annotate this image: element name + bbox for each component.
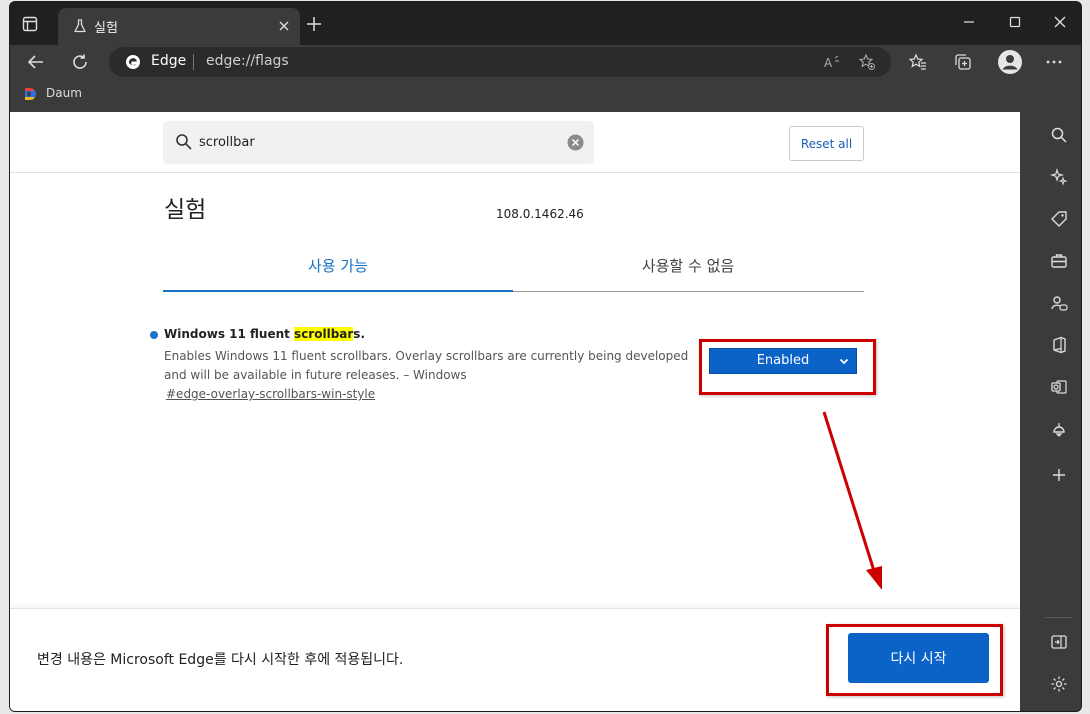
close-tab-icon[interactable] xyxy=(277,19,291,33)
flag-title: Windows 11 fluent scrollbars. xyxy=(164,327,365,341)
daum-icon xyxy=(25,88,36,100)
tab-available[interactable]: 사용 가능 xyxy=(163,252,513,292)
flag-title-prefix: Windows 11 fluent xyxy=(164,327,295,341)
add-favorite-icon[interactable] xyxy=(858,53,876,71)
outlook-icon[interactable] xyxy=(1050,378,1068,396)
shopping-tag-icon[interactable] xyxy=(1050,210,1068,228)
refresh-icon[interactable] xyxy=(70,52,90,72)
profile-icon xyxy=(1002,55,1018,70)
browser-tab[interactable]: 실험 xyxy=(58,8,300,45)
browser-window: 실험 Edge edge://flags A Daum scrollbar Re… xyxy=(9,1,1082,712)
tab-strip: 사용 가능 사용할 수 없음 xyxy=(163,252,864,292)
search-input[interactable] xyxy=(199,131,549,153)
back-icon[interactable] xyxy=(26,52,46,72)
tab-unavailable[interactable]: 사용할 수 없음 xyxy=(513,252,863,291)
version-text: 108.0.1462.46 xyxy=(496,207,584,221)
toolbar: Edge edge://flags A xyxy=(10,45,1081,79)
sidebar-search-icon[interactable] xyxy=(1050,126,1068,144)
tab-title: 실험 xyxy=(94,21,118,36)
favorite-label: Daum xyxy=(46,86,82,100)
edge-logo-icon xyxy=(126,55,140,69)
svg-text:A: A xyxy=(824,56,833,70)
flask-icon xyxy=(74,19,86,33)
favorites-bar: Daum xyxy=(10,79,1081,111)
flag-title-suffix: s. xyxy=(353,327,365,341)
annotation-box-select xyxy=(699,339,876,395)
tools-briefcase-icon[interactable] xyxy=(1050,252,1068,270)
search-box xyxy=(163,121,594,164)
settings-gear-icon[interactable] xyxy=(1050,675,1068,693)
title-bar: 실험 xyxy=(10,2,1081,45)
modified-indicator xyxy=(150,331,158,339)
favorites-icon[interactable] xyxy=(908,52,928,72)
flag-permalink[interactable]: #edge-overlay-scrollbars-win-style xyxy=(166,387,375,401)
sidebar-divider xyxy=(1045,617,1073,618)
profile-avatar[interactable] xyxy=(998,50,1022,74)
new-tab-icon[interactable] xyxy=(306,16,322,32)
address-bar[interactable]: Edge edge://flags A xyxy=(109,47,891,77)
minimize-icon[interactable] xyxy=(961,14,977,30)
address-divider xyxy=(193,54,194,70)
annotation-box-restart xyxy=(826,624,1003,696)
add-sidebar-app-icon[interactable] xyxy=(1050,466,1068,484)
hide-sidebar-icon[interactable] xyxy=(1050,633,1068,651)
games-icon[interactable] xyxy=(1050,294,1068,312)
clear-search-icon[interactable] xyxy=(567,134,584,151)
collections-icon[interactable] xyxy=(953,52,973,72)
restart-message: 변경 내용은 Microsoft Edge를 다시 시작한 후에 적용됩니다. xyxy=(37,652,404,668)
drop-icon[interactable] xyxy=(1050,420,1068,438)
close-window-icon[interactable] xyxy=(1052,14,1068,30)
maximize-icon[interactable] xyxy=(1007,14,1023,30)
flag-description: Enables Windows 11 fluent scrollbars. Ov… xyxy=(164,349,689,382)
office-icon[interactable] xyxy=(1050,336,1068,354)
url-text[interactable]: edge://flags xyxy=(206,53,289,69)
reset-all-button[interactable]: Reset all xyxy=(789,126,864,161)
edge-sidebar xyxy=(1035,112,1081,711)
page-title: 실험 xyxy=(164,197,207,223)
header-divider xyxy=(10,172,1020,173)
search-icon xyxy=(176,134,192,150)
flags-page: Reset all 실험 108.0.1462.46 사용 가능 사용할 수 없… xyxy=(10,112,1020,711)
edge-label: Edge xyxy=(151,53,187,69)
search-highlight: scrollbar xyxy=(294,327,354,341)
more-menu-icon[interactable] xyxy=(1044,52,1064,72)
read-aloud-icon[interactable]: A xyxy=(823,53,841,71)
tab-actions-icon[interactable] xyxy=(22,16,38,32)
discover-sparkle-icon[interactable] xyxy=(1050,168,1068,186)
